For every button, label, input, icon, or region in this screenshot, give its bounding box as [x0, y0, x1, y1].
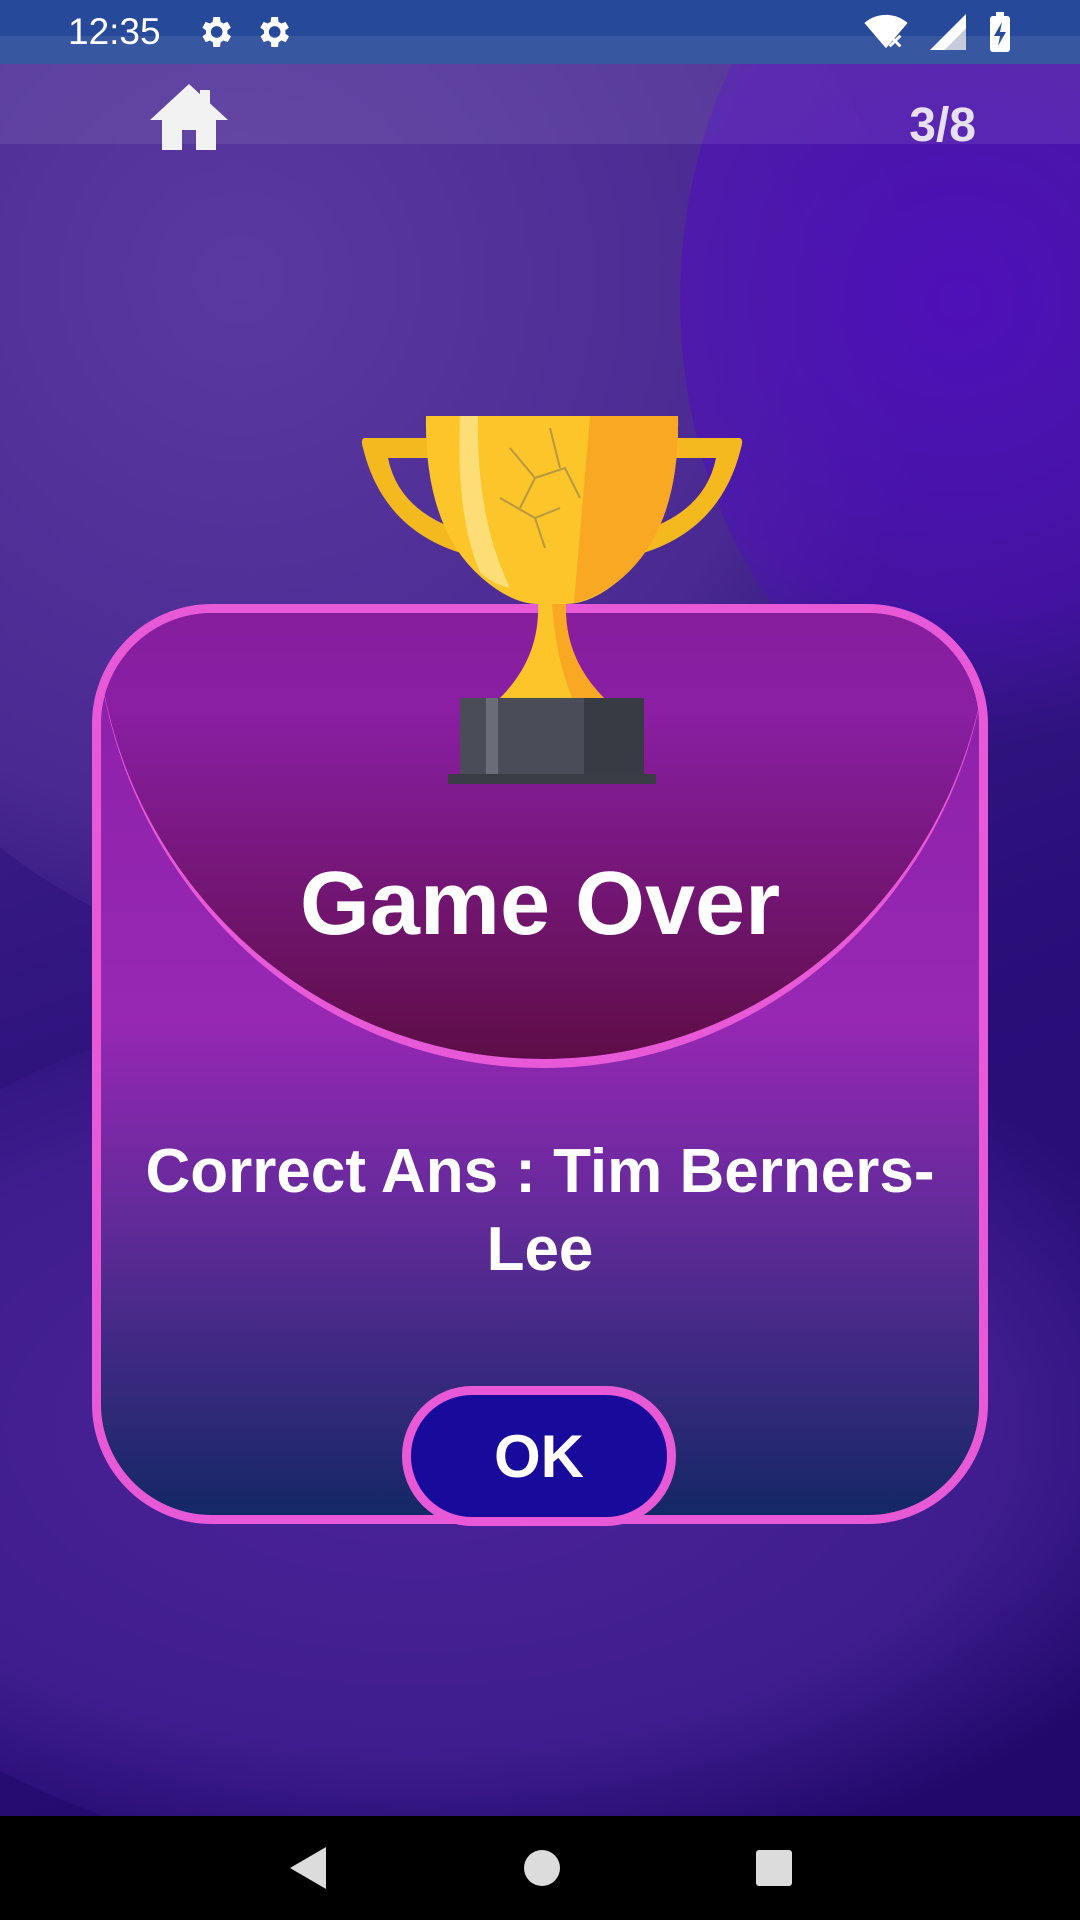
home-icon — [150, 84, 228, 150]
correct-answer-text: Correct Ans : Tim Berners-Lee — [145, 1137, 935, 1284]
navigation-bar — [0, 1816, 1080, 1920]
recents-icon[interactable] — [754, 1848, 794, 1888]
game-over-screen: 12:35 3/8 Game Over Correct Ans: Tim Be… — [0, 0, 1080, 1920]
trophy-icon — [361, 416, 743, 784]
home-button[interactable] — [148, 80, 230, 150]
ok-button[interactable]: OK — [402, 1386, 676, 1526]
question-progress: 3/8 — [909, 99, 976, 152]
dialog-title: Game Over — [299, 854, 781, 954]
back-icon[interactable] — [286, 1843, 330, 1893]
top-app-bar: 3/8 — [0, 36, 1080, 152]
home-circle-icon[interactable] — [522, 1848, 562, 1888]
